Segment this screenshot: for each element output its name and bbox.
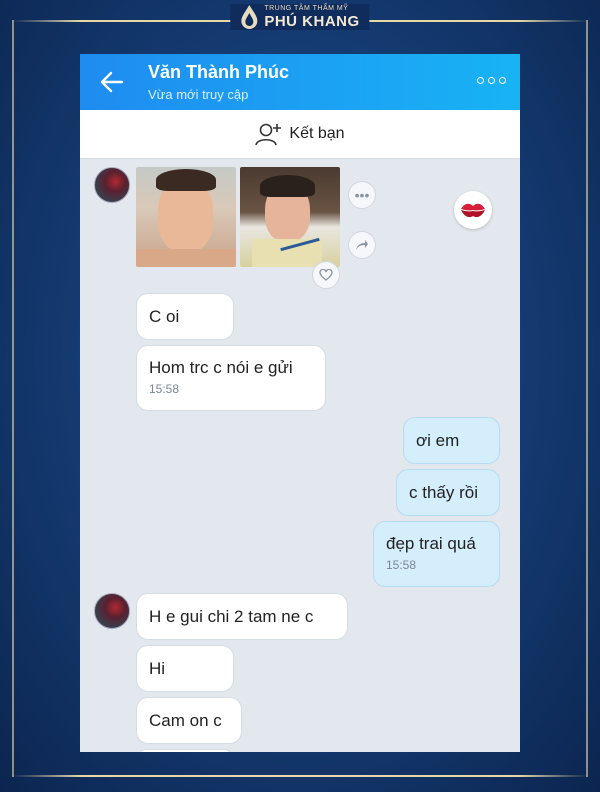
my-message-bubble[interactable]: đẹp trai quá 15:58	[373, 521, 500, 587]
heart-icon[interactable]	[312, 261, 340, 289]
message-text: c thấy rồi	[409, 482, 478, 502]
message-text: H e gui chi 2 tam ne c	[149, 606, 314, 626]
message-text: đẹp trai quá	[386, 534, 476, 553]
add-friend-icon	[255, 123, 282, 146]
message-text: ơi em	[416, 430, 460, 450]
message-list[interactable]: ••• C oi Hom trc c nói e gửi 15:58 ơi em…	[80, 159, 520, 752]
chat-header: Văn Thành Phúc Vừa mới truy cập	[80, 54, 520, 110]
brand-name: PHÚ KHANG	[264, 13, 360, 30]
photo-attachment[interactable]	[136, 167, 236, 267]
message-bubble[interactable]: Hi	[136, 645, 234, 692]
photo-more-icon[interactable]: •••	[348, 181, 376, 209]
share-icon[interactable]	[348, 231, 376, 259]
photo-attachment[interactable]	[240, 167, 340, 267]
message-bubble[interactable]: C oi	[136, 293, 234, 340]
frame-right-line	[586, 20, 588, 777]
kiss-sticker-icon[interactable]	[454, 191, 492, 229]
chat-screen: Văn Thành Phúc Vừa mới truy cập Kết bạn …	[80, 54, 520, 752]
message-bubble[interactable]: Cam on c	[136, 697, 242, 744]
message-text: C oi	[149, 306, 180, 326]
message-time: 15:58	[386, 558, 417, 572]
message-bubble[interactable]: Hom trc c nói e gửi 15:58	[136, 345, 326, 411]
message-text: Hom trc c nói e gửi	[149, 358, 293, 377]
sender-avatar[interactable]	[94, 167, 130, 203]
sender-avatar[interactable]	[94, 593, 130, 629]
back-arrow-icon[interactable]	[98, 68, 126, 96]
message-bubble[interactable]	[136, 749, 234, 752]
more-options-icon[interactable]	[477, 77, 506, 84]
message-bubble[interactable]: H e gui chi 2 tam ne c	[136, 593, 348, 640]
add-friend-button[interactable]: Kết bạn	[80, 110, 520, 159]
brand-logo-icon	[241, 5, 258, 29]
contact-status: Vừa mới truy cập	[148, 87, 249, 102]
message-time: 15:58	[149, 382, 180, 396]
message-text: Hi	[149, 658, 166, 678]
contact-name[interactable]: Văn Thành Phúc	[148, 62, 289, 83]
my-message-bubble[interactable]: ơi em	[403, 417, 500, 464]
add-friend-label: Kết bạn	[289, 125, 345, 142]
frame-bottom-line	[12, 775, 588, 777]
frame-left-line	[12, 20, 14, 777]
brand-subtitle: TRUNG TÂM THẨM MỸ	[264, 5, 349, 12]
my-message-bubble[interactable]: c thấy rồi	[396, 469, 500, 516]
message-text: Cam on c	[149, 710, 222, 730]
brand-header: TRUNG TÂM THẨM MỸ PHÚ KHANG	[230, 4, 370, 30]
